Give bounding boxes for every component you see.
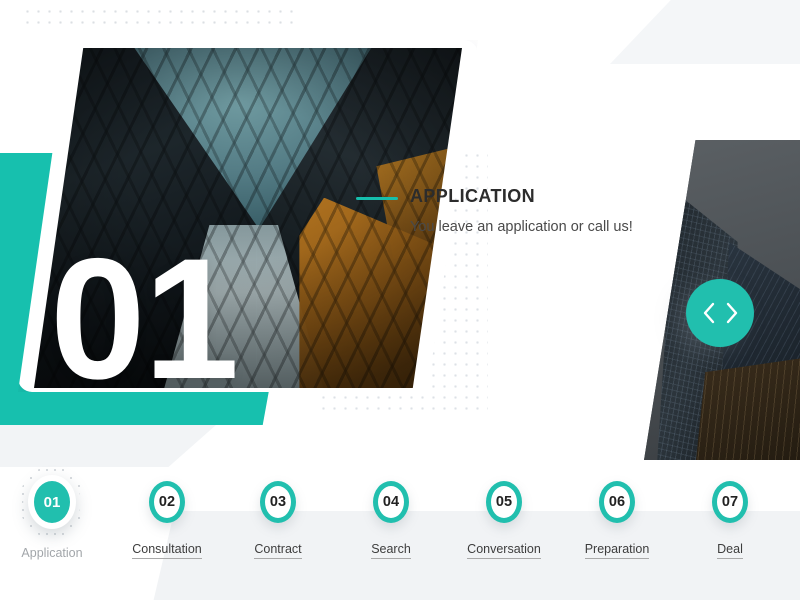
step-number-badge: 05 [486, 481, 522, 523]
step-item-application[interactable]: 01 Application [0, 466, 106, 562]
step-label: Conversation [467, 542, 541, 559]
slide-subtitle: You leave an application or call us! [410, 219, 633, 235]
chevron-left-icon[interactable] [702, 301, 717, 325]
dot-grid-decoration-top-left [22, 6, 300, 26]
step-label: Deal [717, 542, 743, 559]
slide-big-number: 01 [50, 223, 239, 415]
side-photo-tower-3 [693, 357, 800, 460]
step-item-preparation[interactable]: 06 Preparation [563, 474, 671, 559]
step-number-badge: 07 [712, 481, 748, 523]
slider-nav-arrows[interactable] [686, 279, 754, 347]
step-number-badge: 03 [260, 481, 296, 523]
step-number-badge: 06 [599, 481, 635, 523]
step-item-deal[interactable]: 07 Deal [676, 474, 784, 559]
step-bubble-wrap: 05 [479, 474, 529, 530]
step-item-conversation[interactable]: 05 Conversation [450, 474, 558, 559]
step-label: Contract [254, 542, 302, 559]
step-bubble-wrap: 07 [705, 474, 755, 530]
step-number-badge: 01 [28, 475, 76, 529]
step-bubble-wrap: 06 [592, 474, 642, 530]
grey-band-decoration-left [0, 425, 216, 467]
grey-wedge-decoration-top-right [610, 0, 800, 64]
step-label: Consultation [132, 542, 202, 559]
step-navigation: 01 Application 02 Consultation 03 Contra… [0, 466, 800, 566]
step-bubble-wrap: 04 [366, 474, 416, 530]
slide-title: APPLICATION [410, 186, 536, 206]
step-label: Application [21, 546, 83, 560]
chevron-right-icon[interactable] [724, 301, 739, 325]
accent-rule [356, 197, 398, 200]
step-item-contract[interactable]: 03 Contract [224, 474, 332, 559]
step-item-consultation[interactable]: 02 Consultation [113, 474, 221, 559]
step-item-search[interactable]: 04 Search [337, 474, 445, 559]
step-label: Search [371, 542, 411, 559]
slide-stage: 01 APPLICATION You leave an application … [0, 0, 800, 600]
step-bubble-wrap: 01 [19, 466, 85, 538]
step-bubble-wrap: 03 [253, 474, 303, 530]
step-bubble-wrap: 02 [142, 474, 192, 530]
step-number-badge: 04 [373, 481, 409, 523]
step-label: Preparation [584, 542, 650, 559]
step-number-badge: 02 [149, 481, 185, 523]
